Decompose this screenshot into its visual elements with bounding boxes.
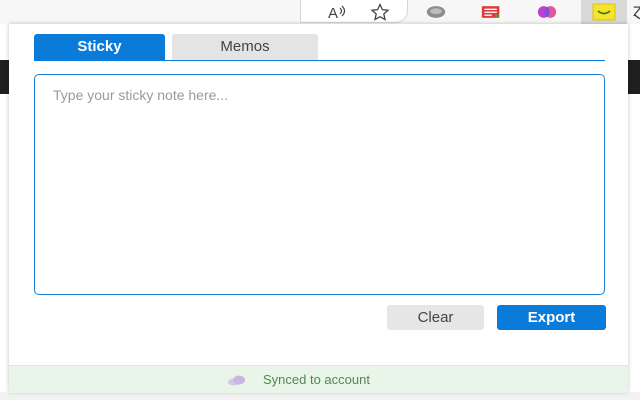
sticky-note-input[interactable] bbox=[34, 74, 605, 295]
notes-extension-icon[interactable] bbox=[481, 3, 501, 21]
globe-extension-icon[interactable] bbox=[426, 3, 446, 21]
favorite-star-icon[interactable] bbox=[370, 3, 390, 21]
browser-toolbar: A Ɀ bbox=[0, 0, 640, 24]
read-aloud-icon[interactable]: A bbox=[327, 3, 347, 21]
tab-underline bbox=[34, 60, 605, 61]
sync-status-bar: Synced to account bbox=[9, 365, 628, 393]
cloud-icon bbox=[228, 375, 245, 386]
background-page-strip-right bbox=[628, 60, 640, 94]
sticky-note-extension-icon[interactable] bbox=[592, 3, 616, 21]
clear-button[interactable]: Clear bbox=[387, 305, 484, 330]
brain-extension-icon[interactable] bbox=[537, 3, 557, 21]
address-bar-end[interactable] bbox=[300, 0, 408, 23]
overflow-glyph: Ɀ bbox=[633, 4, 640, 19]
tab-sticky[interactable]: Sticky bbox=[34, 34, 165, 60]
sync-status-text: Synced to account bbox=[263, 372, 370, 387]
tab-memos[interactable]: Memos bbox=[172, 34, 318, 60]
background-page-strip-left bbox=[0, 60, 9, 94]
background-page-bottom bbox=[0, 392, 640, 400]
export-button[interactable]: Export bbox=[497, 305, 606, 330]
svg-text:A: A bbox=[328, 5, 338, 21]
sticky-popup: Sticky Memos Clear Export Synced to acco… bbox=[9, 24, 628, 393]
